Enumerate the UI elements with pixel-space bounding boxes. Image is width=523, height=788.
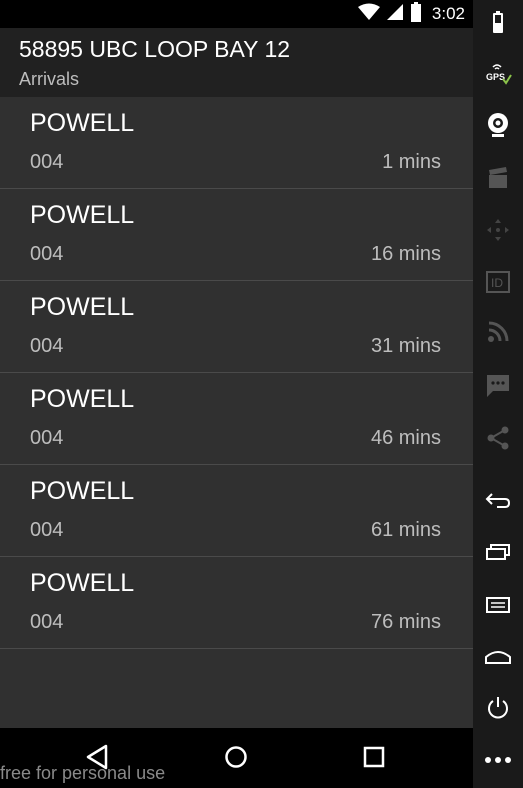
toolbar-gps-button[interactable]: GPS [482,58,514,90]
home-icon [225,746,247,768]
arrivals-list: POWELL 004 1 mins POWELL 004 16 mins POW… [0,97,473,649]
arrival-row[interactable]: POWELL 004 16 mins [0,189,473,281]
back-icon [485,493,511,508]
page-subtitle: Arrivals [19,69,80,89]
toolbar-camera-button[interactable] [482,109,514,141]
arrival-time: 61 mins [370,519,441,541]
camera-icon [488,113,508,137]
message-icon [487,375,509,397]
arrival-route: 004 [30,519,64,541]
gps-label: GPS [486,72,505,82]
arrival-time: 31 mins [370,335,441,357]
battery-icon [410,1,422,27]
menu-icon [486,597,510,613]
arrival-time: 46 mins [370,427,441,449]
gps-icon: GPS [486,64,512,85]
arrival-destination: POWELL [30,385,135,413]
rss-icon [488,321,509,342]
nav-home-button[interactable] [220,741,252,773]
arrival-destination: POWELL [30,569,135,597]
toolbar-media-button[interactable] [482,162,514,194]
arrival-destination: POWELL [30,201,135,229]
dpad-icon [487,219,509,241]
arrival-route: 004 [30,427,64,449]
emulator-toolbar: GPS ID [473,0,523,788]
arrival-route: 004 [30,243,64,265]
device-screen: 3:02 58895 UBC LOOP BAY 12 Arrivals POWE… [0,0,473,788]
toolbar-power-button[interactable] [482,692,514,724]
toolbar-recents-button[interactable] [482,536,514,568]
status-time: 3:02 [431,4,465,23]
arrival-route: 004 [30,335,64,357]
arrival-destination: POWELL [30,293,135,321]
arrival-route: 004 [30,611,64,633]
arrival-destination: POWELL [30,109,135,137]
id-icon: ID [486,271,510,293]
home-icon [485,651,511,664]
arrival-row[interactable]: POWELL 004 31 mins [0,281,473,373]
recents-icon [486,544,510,560]
more-icon [485,757,511,763]
page-title: 58895 UBC LOOP BAY 12 [19,36,291,62]
cell-signal-icon [386,3,404,26]
id-label: ID [491,276,503,290]
arrival-route: 004 [30,151,64,173]
status-icons: 3:02 [357,1,465,27]
toolbar-more-button[interactable] [482,744,514,776]
toolbar-menu-button[interactable] [482,589,514,621]
toolbar-battery-button[interactable] [482,6,514,38]
share-icon [487,426,509,450]
toolbar-sms-button[interactable] [482,370,514,402]
arrival-row[interactable]: POWELL 004 61 mins [0,465,473,557]
status-bar: 3:02 [0,0,473,28]
toolbar-id-button[interactable]: ID [482,266,514,298]
arrival-row[interactable]: POWELL 004 76 mins [0,557,473,649]
power-icon [488,697,508,719]
nav-recents-button[interactable] [358,741,390,773]
watermark: free for personal use [0,763,166,783]
toolbar-home-button[interactable] [482,641,514,673]
toolbar-back-button[interactable] [482,484,514,516]
toolbar-share-button[interactable] [482,422,514,454]
action-bar: 58895 UBC LOOP BAY 12 Arrivals [0,28,473,97]
arrival-time: 76 mins [370,611,441,633]
arrival-time: 1 mins [382,151,441,173]
recents-icon [363,746,385,768]
arrival-row[interactable]: POWELL 004 46 mins [0,373,473,465]
arrival-destination: POWELL [30,477,135,505]
arrival-time: 16 mins [370,243,441,265]
toolbar-dpad-button[interactable] [482,214,514,246]
arrival-row[interactable]: POWELL 004 1 mins [0,97,473,189]
clapperboard-icon [489,167,507,188]
battery-icon [493,11,503,33]
toolbar-rss-button[interactable] [482,316,514,348]
wifi-icon [357,3,380,26]
